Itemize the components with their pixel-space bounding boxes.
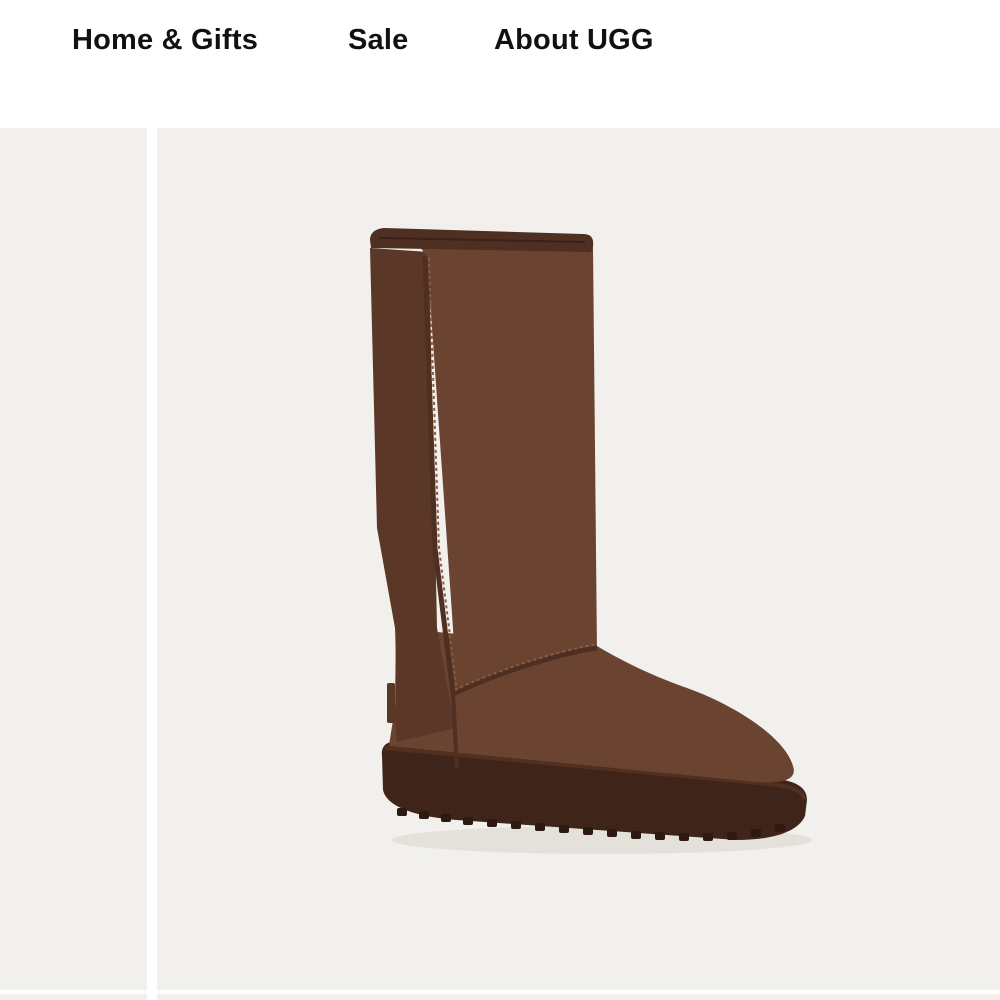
- gallery-next-row-tile[interactable]: [0, 994, 147, 1000]
- product-main-image[interactable]: [157, 128, 1000, 990]
- gallery-thumbnail-tile[interactable]: [0, 128, 147, 990]
- top-navigation: Home & Gifts Sale About UGG: [0, 0, 1000, 128]
- nav-link-about-ugg[interactable]: About UGG: [494, 24, 654, 57]
- nav-link-sale[interactable]: Sale: [348, 24, 408, 57]
- product-image-gallery: [0, 128, 1000, 1000]
- gallery-next-row-tile[interactable]: [157, 994, 1000, 1000]
- nav-link-home-gifts[interactable]: Home & Gifts: [72, 24, 258, 57]
- boot-product-image: [370, 228, 812, 854]
